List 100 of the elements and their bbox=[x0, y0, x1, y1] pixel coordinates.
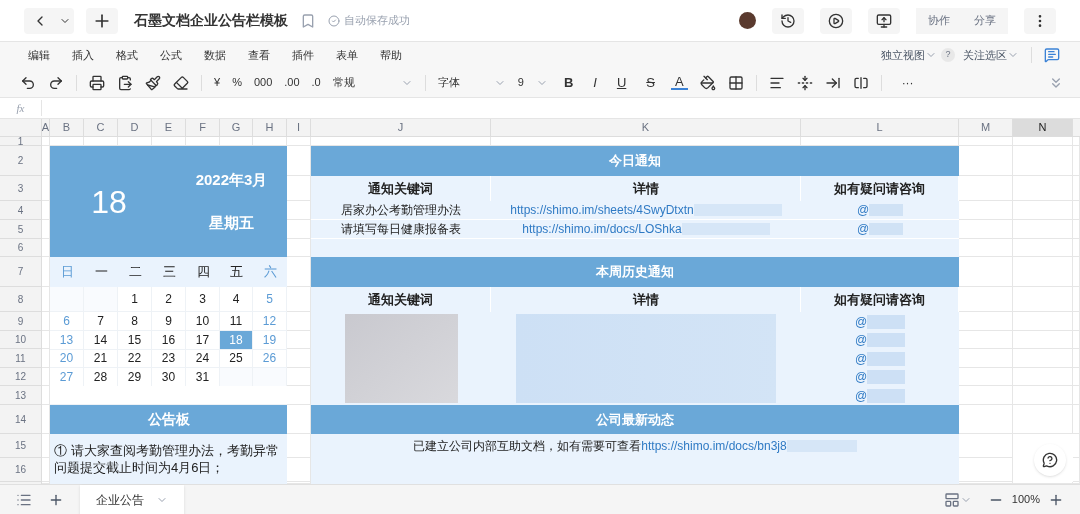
row-header[interactable]: 13 bbox=[0, 386, 42, 405]
column-header[interactable]: C bbox=[84, 119, 118, 137]
column-header[interactable]: L bbox=[801, 119, 959, 137]
grid-cell[interactable] bbox=[1073, 368, 1080, 386]
undo-icon[interactable] bbox=[20, 74, 36, 91]
grid-cell[interactable] bbox=[1073, 220, 1080, 239]
column-header[interactable]: J bbox=[311, 119, 491, 137]
row-header[interactable]: 11 bbox=[0, 349, 42, 368]
grid-cell[interactable] bbox=[1013, 201, 1073, 220]
menu-item[interactable]: 表单 bbox=[336, 46, 358, 64]
grid-cell[interactable] bbox=[1013, 312, 1073, 331]
row-header[interactable]: 2 bbox=[0, 146, 42, 176]
border-icon[interactable] bbox=[727, 74, 744, 91]
column-header[interactable]: D bbox=[118, 119, 152, 137]
paste-icon[interactable] bbox=[117, 74, 133, 91]
menu-item[interactable]: 插件 bbox=[292, 46, 314, 64]
grid-cell[interactable] bbox=[1013, 349, 1073, 368]
column-header[interactable]: I bbox=[287, 119, 311, 137]
date-cell[interactable]: 8 bbox=[118, 312, 152, 331]
menu-item[interactable]: 数据 bbox=[204, 46, 226, 64]
font-size-dropdown[interactable]: 9 bbox=[517, 74, 524, 91]
format-button[interactable]: 000 bbox=[253, 74, 273, 91]
grid-cell[interactable] bbox=[1013, 220, 1073, 239]
layout-icon[interactable] bbox=[943, 491, 960, 508]
column-header[interactable]: M bbox=[959, 119, 1013, 137]
row-header[interactable]: 9 bbox=[0, 312, 42, 331]
header-button[interactable]: 分享 bbox=[962, 7, 1008, 34]
row-header[interactable]: 7 bbox=[0, 257, 42, 287]
font-dropdown[interactable]: 字体 bbox=[437, 74, 482, 91]
style-button[interactable]: U bbox=[612, 72, 631, 93]
fill-color-icon[interactable] bbox=[699, 74, 716, 91]
column-header[interactable]: H bbox=[253, 119, 287, 137]
link[interactable]: https://shimo.im/docs/bn3j8 bbox=[641, 437, 787, 455]
grid-cell[interactable] bbox=[1013, 368, 1073, 386]
more-button[interactable] bbox=[1024, 7, 1056, 34]
number-format-dropdown[interactable]: 常规 bbox=[332, 74, 389, 91]
grid-cell[interactable] bbox=[1013, 386, 1073, 405]
format-button[interactable]: ¥ bbox=[214, 74, 221, 91]
menu-item[interactable]: 编辑 bbox=[28, 46, 50, 64]
row-header[interactable]: 15 bbox=[0, 434, 42, 458]
view-dropdown[interactable]: 独立视图 bbox=[881, 46, 925, 64]
link[interactable]: https://shimo.im/docs/LOShka bbox=[522, 220, 682, 238]
grid-cell[interactable] bbox=[1073, 257, 1080, 287]
more-tools-button[interactable]: ··· bbox=[901, 73, 914, 92]
grid-cell[interactable] bbox=[1013, 287, 1073, 312]
row-header[interactable]: 6 bbox=[0, 239, 42, 257]
menu-item[interactable]: 公式 bbox=[160, 46, 182, 64]
style-button[interactable]: S bbox=[642, 72, 659, 93]
grid-cell[interactable] bbox=[1073, 386, 1080, 405]
grid-cell[interactable] bbox=[1073, 405, 1080, 434]
date-cell[interactable]: 14 bbox=[84, 331, 118, 350]
menu-item[interactable]: 格式 bbox=[116, 46, 138, 64]
format-button[interactable]: .0 bbox=[311, 74, 321, 91]
date-cell[interactable]: 2 bbox=[152, 287, 186, 312]
grid-cell[interactable] bbox=[1073, 201, 1080, 220]
column-header[interactable]: G bbox=[220, 119, 253, 137]
date-cell[interactable]: 10 bbox=[186, 312, 220, 331]
row-header[interactable]: 12 bbox=[0, 368, 42, 386]
date-cell[interactable]: 1 bbox=[118, 287, 152, 312]
date-cell[interactable]: 3 bbox=[186, 287, 220, 312]
row-header[interactable]: 14 bbox=[0, 405, 42, 434]
header-button[interactable]: 协作 bbox=[916, 7, 962, 34]
date-cell[interactable]: 22 bbox=[118, 349, 152, 368]
merge-icon[interactable] bbox=[852, 74, 869, 91]
redo-icon[interactable] bbox=[48, 74, 64, 91]
vertical-align-icon[interactable] bbox=[796, 74, 813, 91]
new-button[interactable] bbox=[86, 7, 118, 34]
grid-cell[interactable] bbox=[1073, 434, 1080, 458]
column-header[interactable]: E bbox=[152, 119, 186, 137]
select-all-corner[interactable] bbox=[0, 119, 42, 137]
column-header[interactable]: F bbox=[186, 119, 220, 137]
help-badge[interactable]: ? bbox=[941, 48, 955, 62]
grid-cell[interactable] bbox=[1073, 146, 1080, 176]
sheet-tab[interactable]: 企业公告 bbox=[80, 484, 184, 514]
row-header[interactable]: 10 bbox=[0, 331, 42, 349]
grid-cell[interactable] bbox=[1013, 405, 1073, 434]
grid-cell[interactable] bbox=[1073, 349, 1080, 368]
row-header[interactable]: 5 bbox=[0, 220, 42, 239]
grid-cell[interactable] bbox=[1013, 331, 1073, 349]
date-cell[interactable]: 24 bbox=[186, 349, 220, 368]
link[interactable]: https://shimo.im/sheets/4SwyDtxtn bbox=[510, 201, 694, 219]
menu-item[interactable]: 帮助 bbox=[380, 46, 402, 64]
date-cell[interactable]: 9 bbox=[152, 312, 186, 331]
date-cell[interactable]: 23 bbox=[152, 349, 186, 368]
comment-icon[interactable] bbox=[1044, 47, 1060, 63]
row-header[interactable]: 1 bbox=[0, 137, 42, 146]
date-cell[interactable]: 4 bbox=[220, 287, 253, 312]
grid-cell[interactable] bbox=[1013, 239, 1073, 257]
grid-cell[interactable] bbox=[1073, 176, 1080, 201]
row-header[interactable]: 8 bbox=[0, 287, 42, 312]
play-button[interactable] bbox=[820, 7, 852, 34]
help-button[interactable] bbox=[1034, 444, 1066, 476]
grid-cell[interactable] bbox=[1073, 458, 1080, 482]
date-cell[interactable]: 15 bbox=[118, 331, 152, 350]
avatar[interactable] bbox=[739, 12, 756, 29]
row-header[interactable]: 4 bbox=[0, 201, 42, 220]
date-cell[interactable]: 16 bbox=[152, 331, 186, 350]
format-button[interactable]: .00 bbox=[284, 74, 300, 91]
style-button[interactable]: B bbox=[559, 72, 578, 93]
bookmark-icon[interactable] bbox=[300, 12, 316, 29]
